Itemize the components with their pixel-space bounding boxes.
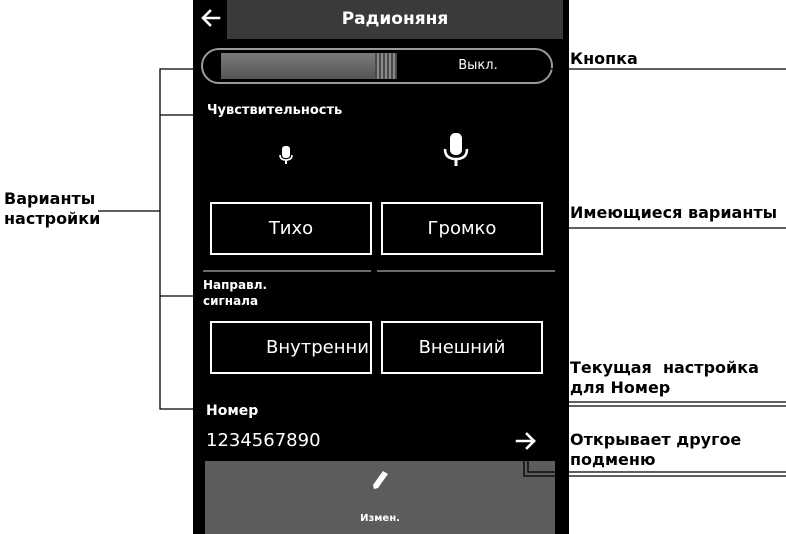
divider — [203, 270, 371, 272]
arrow-right-icon[interactable] — [513, 428, 539, 454]
pencil-icon — [373, 471, 388, 489]
direction-label-line1: Направл. — [203, 278, 268, 292]
annotation-submenu-line1: Открывает другое — [570, 430, 742, 449]
edit-label: Измен. — [360, 513, 400, 524]
annotation-options: Имеющиеся варианты — [570, 203, 778, 222]
annotation-current-setting: Текущая настройка для Номер — [570, 358, 759, 398]
direction-external-button[interactable]: Внешний — [381, 321, 543, 374]
toggle-state-label: Выкл. — [458, 58, 498, 73]
sensitivity-quiet-button[interactable]: Тихо — [210, 202, 372, 255]
direction-internal-button[interactable]: Внутренни — [210, 321, 372, 374]
annotation-current-line2: для Номер — [570, 378, 671, 397]
number-value[interactable]: 1234567890 — [206, 429, 321, 453]
page-title: Радионяня — [341, 9, 449, 29]
direction-label: Направл. сигнала — [203, 277, 267, 309]
toggle-grip-handle[interactable] — [375, 53, 397, 79]
sensitivity-loud-button[interactable]: Громко — [381, 202, 543, 255]
arrow-left-icon[interactable] — [199, 6, 223, 30]
annotation-submenu: Открывает другое подменю — [570, 430, 741, 470]
annotation-current-line1: Текущая настройка — [570, 358, 759, 377]
annotation-variants-line1: Варианты — [4, 189, 96, 208]
sensitivity-label: Чувствительность — [207, 103, 343, 118]
direction-label-line2: сигнала — [203, 294, 259, 308]
annotation-variants-line2: настройки — [4, 209, 101, 228]
variants-bracket — [98, 68, 200, 410]
annotation-submenu-line2: подменю — [570, 450, 656, 469]
toggle-track-fill — [221, 53, 397, 79]
phone-screen: Радионяня Выкл. Чувствительность Тихо Гр… — [193, 0, 569, 534]
microphone-small-icon — [279, 146, 293, 164]
annotation-button: Кнопка — [570, 49, 638, 68]
divider — [377, 270, 555, 272]
on-off-toggle[interactable]: Выкл. — [201, 48, 553, 84]
microphone-large-icon — [443, 133, 469, 166]
bottom-action-bar[interactable]: Измен. — [205, 461, 555, 534]
number-label: Номер — [206, 403, 259, 419]
annotation-variants: Варианты настройки — [4, 189, 100, 229]
